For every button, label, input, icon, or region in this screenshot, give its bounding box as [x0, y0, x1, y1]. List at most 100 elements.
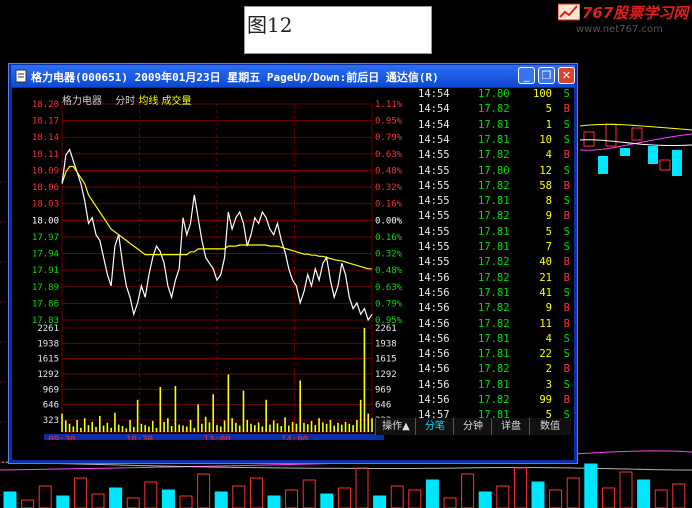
tick-time: 14:54 — [418, 133, 450, 146]
tick-side: B — [563, 210, 570, 223]
tick-side: S — [563, 225, 570, 238]
volume-tick-label-right: 1292 — [375, 370, 397, 380]
price-tick-label: 17.86 — [32, 299, 59, 309]
tick-price: 17.81 — [478, 286, 510, 299]
tick-time: 14:54 — [418, 103, 450, 116]
tick-time: 14:55 — [418, 179, 450, 192]
price-tick-label: 17.91 — [32, 266, 59, 276]
tick-time: 14:54 — [418, 88, 450, 100]
tick-row[interactable]: 14:55 17.81 8 S — [414, 195, 574, 210]
tab-operate[interactable]: 操作▲ — [375, 418, 416, 435]
tick-list[interactable]: 14:54 17.80 100 S 14:54 17.82 5 B 14:54 17.81 1 S 14… — [414, 88, 574, 440]
tick-row[interactable]: 14:56 17.81 22 S — [414, 348, 574, 363]
tick-side: B — [563, 271, 570, 284]
tick-price: 17.82 — [478, 103, 510, 116]
tick-volume: 21 — [539, 271, 552, 284]
tick-row[interactable]: 14:55 17.82 58 B — [414, 180, 574, 195]
tick-price: 17.80 — [478, 164, 510, 177]
tick-row[interactable]: 14:54 17.81 10 S — [414, 134, 574, 149]
chart-stock-name: 格力电器 — [62, 96, 102, 107]
tick-volume: 1 — [545, 118, 552, 131]
tick-volume: 4 — [545, 149, 552, 162]
tick-row[interactable]: 14:54 17.81 1 S — [414, 119, 574, 134]
volume-tick-label: 646 — [43, 401, 59, 411]
volume-tick-label-right: 2261 — [375, 324, 397, 334]
tick-row[interactable]: 14:56 17.82 11 B — [414, 318, 574, 333]
volume-tick-label-right: 1938 — [375, 339, 397, 349]
tick-row[interactable]: 14:55 17.80 12 S — [414, 165, 574, 180]
tick-row[interactable]: 14:55 17.82 4 B — [414, 149, 574, 164]
tick-side: S — [563, 195, 570, 208]
pct-tick-label: 0.63% — [375, 283, 403, 293]
tick-row[interactable]: 14:54 17.80 100 S — [414, 88, 574, 103]
minimize-button[interactable]: _ — [518, 67, 535, 84]
tick-row[interactable]: 14:55 17.82 9 B — [414, 210, 574, 225]
tick-volume: 12 — [539, 164, 552, 177]
tab-minutes[interactable]: 分钟 — [453, 418, 492, 435]
tick-row[interactable]: 14:56 17.81 4 S — [414, 333, 574, 348]
pct-tick-label: 0.16% — [375, 233, 403, 243]
price-tick-label: 18.14 — [32, 133, 59, 143]
bg-volume-down — [373, 495, 387, 508]
price-tick-label: 18.17 — [32, 117, 59, 127]
tick-side: B — [563, 179, 570, 192]
tick-row[interactable]: 14:54 17.82 5 B — [414, 103, 574, 118]
chart-avg-label: 均线 — [138, 96, 159, 107]
intraday-chart[interactable]: 18.20 1.11% 18.17 0.95% 18.14 0.79% 18.11 0.63%… — [12, 88, 412, 440]
bg-volume-down — [531, 481, 545, 508]
tick-volume: 99 — [539, 394, 552, 406]
tick-price: 17.81 — [478, 118, 510, 131]
tick-volume: 9 — [545, 210, 552, 223]
bg-volume-down — [584, 463, 598, 508]
tick-side: S — [563, 133, 570, 146]
tick-volume: 7 — [545, 241, 552, 253]
tick-row[interactable]: 14:55 17.81 5 S — [414, 226, 574, 241]
restore-button[interactable]: ❐ — [538, 67, 555, 84]
pct-tick-label: 0.48% — [375, 266, 403, 276]
tick-row[interactable]: 14:56 17.82 21 B — [414, 272, 574, 287]
close-button[interactable]: ✕ — [558, 67, 575, 84]
pct-tick-label: 1.11% — [375, 100, 403, 110]
tick-price: 17.82 — [478, 210, 510, 223]
tick-row[interactable]: 14:56 17.81 41 S — [414, 287, 574, 302]
tick-volume: 4 — [545, 332, 552, 345]
tick-row[interactable]: 14:56 17.82 2 B — [414, 363, 574, 378]
chart-mode: 分时 — [115, 96, 136, 107]
pct-tick-label: 0.32% — [375, 250, 403, 260]
tick-row[interactable]: 14:55 17.82 40 B — [414, 256, 574, 271]
tick-side: B — [563, 394, 570, 406]
tick-time: 14:54 — [418, 118, 450, 131]
price-tick-label: 18.11 — [32, 150, 59, 160]
figure-label: 图12 — [244, 6, 432, 54]
tick-time: 14:55 — [418, 195, 450, 208]
tick-side: B — [563, 317, 570, 330]
tick-volume: 5 — [545, 225, 552, 238]
tab-detail[interactable]: 详盘 — [491, 418, 530, 435]
pct-tick-label: 0.00% — [375, 216, 403, 226]
bg-volume-down — [3, 491, 17, 508]
tick-side: B — [563, 103, 570, 116]
bg-candle-down — [598, 156, 608, 174]
volume-tick-label: 323 — [43, 416, 59, 426]
tick-side: S — [563, 332, 570, 345]
tab-ticks[interactable]: 分笔 — [415, 418, 454, 435]
tick-price: 17.80 — [478, 88, 510, 100]
tick-volume: 40 — [539, 256, 552, 269]
tick-time: 14:56 — [418, 348, 450, 361]
tick-price: 17.82 — [478, 394, 510, 406]
tick-row[interactable]: 14:56 17.81 3 S — [414, 379, 574, 394]
tick-volume: 22 — [539, 348, 552, 361]
tick-row[interactable]: 14:56 17.82 99 B — [414, 394, 574, 409]
tick-row[interactable]: 14:55 17.81 7 S — [414, 241, 574, 256]
tick-time: 14:56 — [418, 271, 450, 284]
price-tick-label: 17.94 — [32, 250, 59, 260]
price-tick-label: 18.20 — [32, 100, 59, 110]
price-tick-label: 18.03 — [32, 200, 59, 210]
brand-banner[interactable]: 767股票学习网 www.net767.com — [556, 0, 692, 40]
price-tick-label: 18.09 — [32, 166, 59, 176]
window-titlebar[interactable]: 格力电器(000651) 2009年01月23日 星期五 PageUp/Down… — [11, 65, 575, 87]
volume-tick-label: 1615 — [37, 355, 59, 365]
tab-values[interactable]: 数值 — [529, 418, 570, 435]
tick-row[interactable]: 14:56 17.82 9 B — [414, 302, 574, 317]
time-tick-label: 13:00 — [203, 435, 230, 440]
